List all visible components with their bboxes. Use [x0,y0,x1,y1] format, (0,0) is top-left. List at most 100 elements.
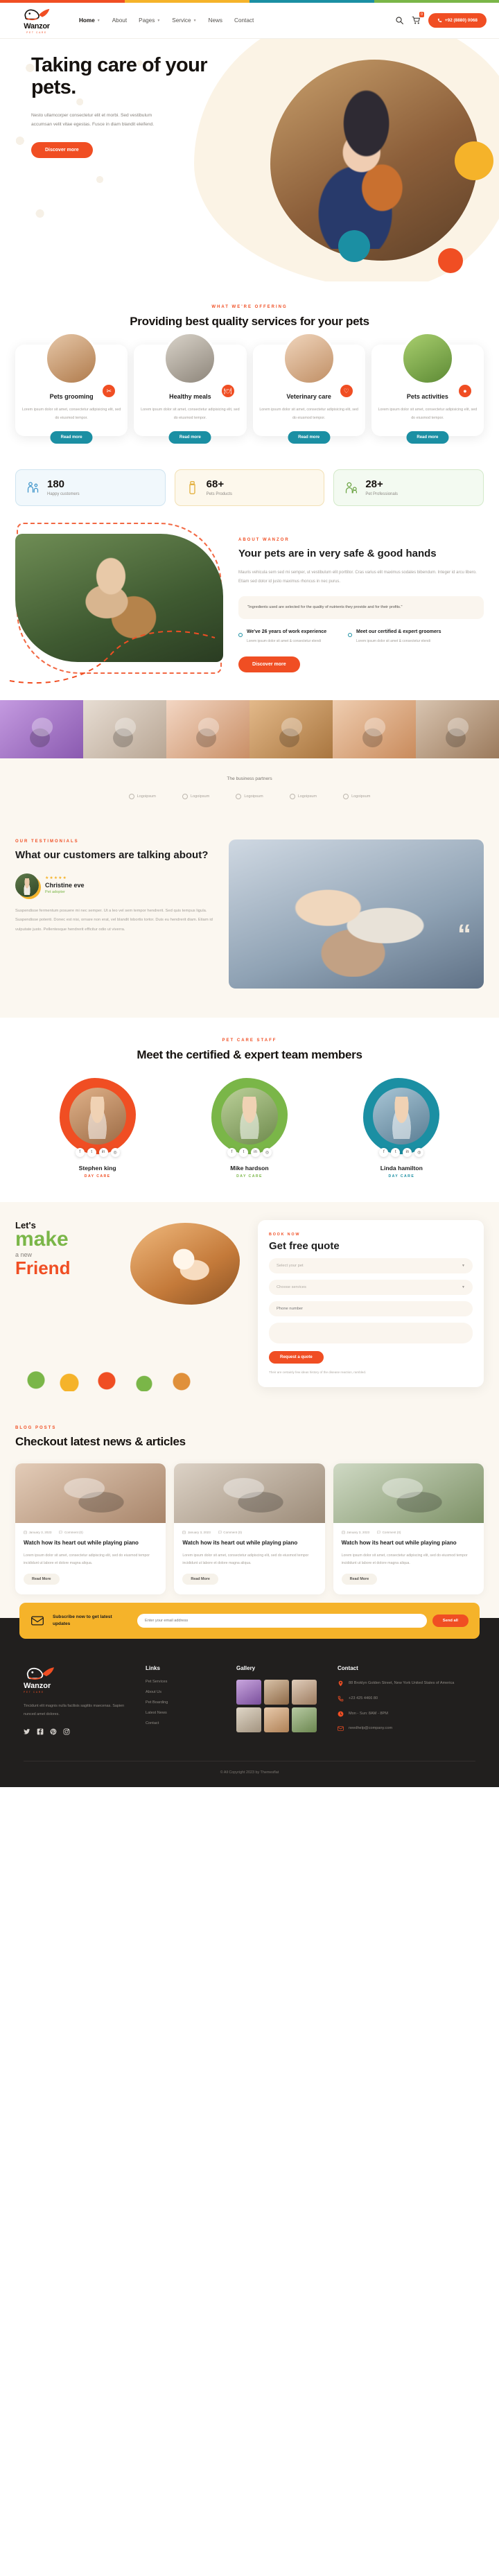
gallery-image[interactable] [0,699,83,758]
nav-item-news[interactable]: News [209,17,222,24]
blog-read-more-button[interactable]: Read More [341,1574,378,1585]
message-input[interactable] [269,1322,473,1343]
blog-read-more-button[interactable]: Read More [182,1574,218,1585]
partner-logo[interactable]: Logoipsum [128,793,156,799]
instagram-icon[interactable]: ◎ [262,1147,272,1157]
mail-icon [338,1725,344,1732]
gallery-image[interactable] [250,699,333,758]
footer-gallery-image[interactable] [236,1707,261,1733]
footer-gallery-image[interactable] [236,1680,261,1705]
facebook-icon[interactable] [37,1728,44,1735]
linkedin-icon[interactable]: in [403,1147,412,1157]
service-read-more-button[interactable]: Read more [168,431,211,444]
twitter-icon[interactable]: t [238,1147,248,1157]
instagram-icon[interactable] [63,1728,70,1735]
footer-gallery-image[interactable] [292,1707,317,1733]
nav-item-contact[interactable]: Contact [234,17,254,24]
blog-post-meta: January 3, 2023 Comment (0) [24,1531,157,1534]
team-member-name: Linda hamilton [380,1164,423,1172]
nav-label: Home [79,17,95,24]
facebook-icon[interactable]: f [75,1147,85,1157]
chevron-down-icon: ▼ [462,1285,465,1289]
linkedin-icon[interactable]: in [250,1147,260,1157]
newsletter-email-input[interactable] [137,1614,427,1628]
service-card[interactable]: ♡ Veterinary care Lorem ipsum dolor sit … [252,332,365,444]
footer-link-latest-news[interactable]: Latest News [146,1711,218,1715]
quote-section: Let's make a new Friend BOOK NOW Get fre… [0,1201,499,1408]
testimonials-section: OUR TESTIMONIALS What our customers are … [0,819,499,1018]
pinterest-icon[interactable] [50,1728,57,1735]
footer-links-column: Links Pet Services About Us Pet Boarding… [146,1665,218,1740]
envelope-icon [30,1614,44,1628]
about-feature-item: We've 26 years of work experience Lorem … [238,629,335,645]
linkedin-icon[interactable]: in [98,1147,108,1157]
search-icon[interactable] [395,16,404,25]
nav-item-pages[interactable]: Pages ▼ [139,17,160,24]
facebook-icon[interactable]: f [227,1147,236,1157]
instagram-icon[interactable]: ◎ [110,1147,120,1157]
footer-link-pet-boarding[interactable]: Pet Boarding [146,1700,218,1705]
team-member-card[interactable]: f t in ◎ Linda hamilton DAY CARE [332,1077,471,1178]
nav-item-home[interactable]: Home ▼ [79,17,100,24]
service-select[interactable]: Choose services ▼ [269,1279,473,1295]
pet-select[interactable]: Select your pet ▼ [269,1257,473,1273]
hero-discover-button[interactable]: Discover more [31,141,93,158]
service-read-more-button[interactable]: Read more [50,431,93,444]
footer-gallery-image[interactable] [264,1680,289,1705]
blog-post-card[interactable]: January 3, 2023 Comment (0) Watch how it… [15,1463,166,1595]
nav-item-service[interactable]: Service ▼ [172,17,196,24]
newsletter-bar: Subscribe now to get latest updates Send… [19,1603,480,1639]
partner-logo[interactable]: Logoipsum [182,793,209,799]
gallery-image[interactable] [333,699,416,758]
blog-post-image [174,1463,325,1523]
blog-post-card[interactable]: January 3, 2023 Comment (0) Watch how it… [333,1463,484,1595]
service-card[interactable]: 🍽 Healthy meals Lorem ipsum dolor sit am… [134,332,247,444]
footer-contact-hours: Mon - Sun: 8AM - 8PM [338,1710,475,1718]
footer-contact-phone[interactable]: +23 425 4466 80 [338,1695,475,1703]
gallery-image[interactable] [166,699,250,758]
footer-about-text: Tincidunt elit magnis nulla facilisis sa… [24,1704,125,1717]
gallery-image[interactable] [416,699,499,758]
service-card[interactable]: ✂ Pets grooming Lorem ipsum dolor sit am… [15,332,128,444]
phone-input[interactable] [269,1300,473,1316]
partner-mark-icon [343,793,349,799]
gallery-image[interactable] [83,699,166,758]
footer-gallery-image[interactable] [264,1707,289,1733]
rating-stars: ★★★★★ [45,876,67,881]
service-card[interactable]: ● Pets activities Lorem ipsum dolor sit … [371,332,484,444]
site-logo[interactable]: Wanzor PET CARE [12,7,61,34]
twitter-icon[interactable]: t [87,1147,96,1157]
about-discover-button[interactable]: Discover more [238,656,300,672]
cart-count-badge: 0 [419,12,424,17]
testimonial-image-wrap: “ [229,839,484,989]
blog-post-card[interactable]: January 3, 2023 Comment (0) Watch how it… [174,1463,325,1595]
newsletter-send-button[interactable]: Send all [432,1615,469,1628]
quote-form-title: Get free quote [269,1239,340,1252]
services-title: Providing best quality services for your… [130,315,369,328]
twitter-icon[interactable]: t [391,1147,401,1157]
phone-call-button[interactable]: +92 (8880) 0068 [428,13,487,28]
footer-contact-email[interactable]: needhelp@company.com [338,1725,475,1732]
partner-logo[interactable]: Logoipsum [236,793,263,799]
footer-gallery-image[interactable] [292,1680,317,1705]
service-read-more-button[interactable]: Read more [406,431,449,444]
facebook-icon[interactable]: f [379,1147,389,1157]
instagram-icon[interactable]: ◎ [414,1147,424,1157]
team-blob-shape [59,1077,136,1154]
footer-link-contact[interactable]: Contact [146,1721,218,1725]
partner-logo[interactable]: Logoipsum [343,793,370,799]
blog-read-more-button[interactable]: Read More [24,1574,60,1585]
twitter-icon[interactable] [24,1728,30,1735]
footer-link-pet-services[interactable]: Pet Services [146,1680,218,1684]
partner-logo[interactable]: Logoipsum [289,793,317,799]
service-read-more-button[interactable]: Read more [288,431,331,444]
nav-item-about[interactable]: About [112,17,127,24]
people-pets-icon [26,480,40,495]
footer-link-about-us[interactable]: About Us [146,1690,218,1694]
team-member-card[interactable]: f t in ◎ Stephen king DAY CARE [28,1077,167,1178]
team-member-card[interactable]: f t in ◎ Mike hardson DAY CARE [180,1077,319,1178]
footer-gallery-column: Gallery [236,1665,319,1740]
cart-icon[interactable]: 0 [412,12,424,25]
request-quote-button[interactable]: Request a quote [269,1350,324,1364]
avatar [15,873,39,897]
